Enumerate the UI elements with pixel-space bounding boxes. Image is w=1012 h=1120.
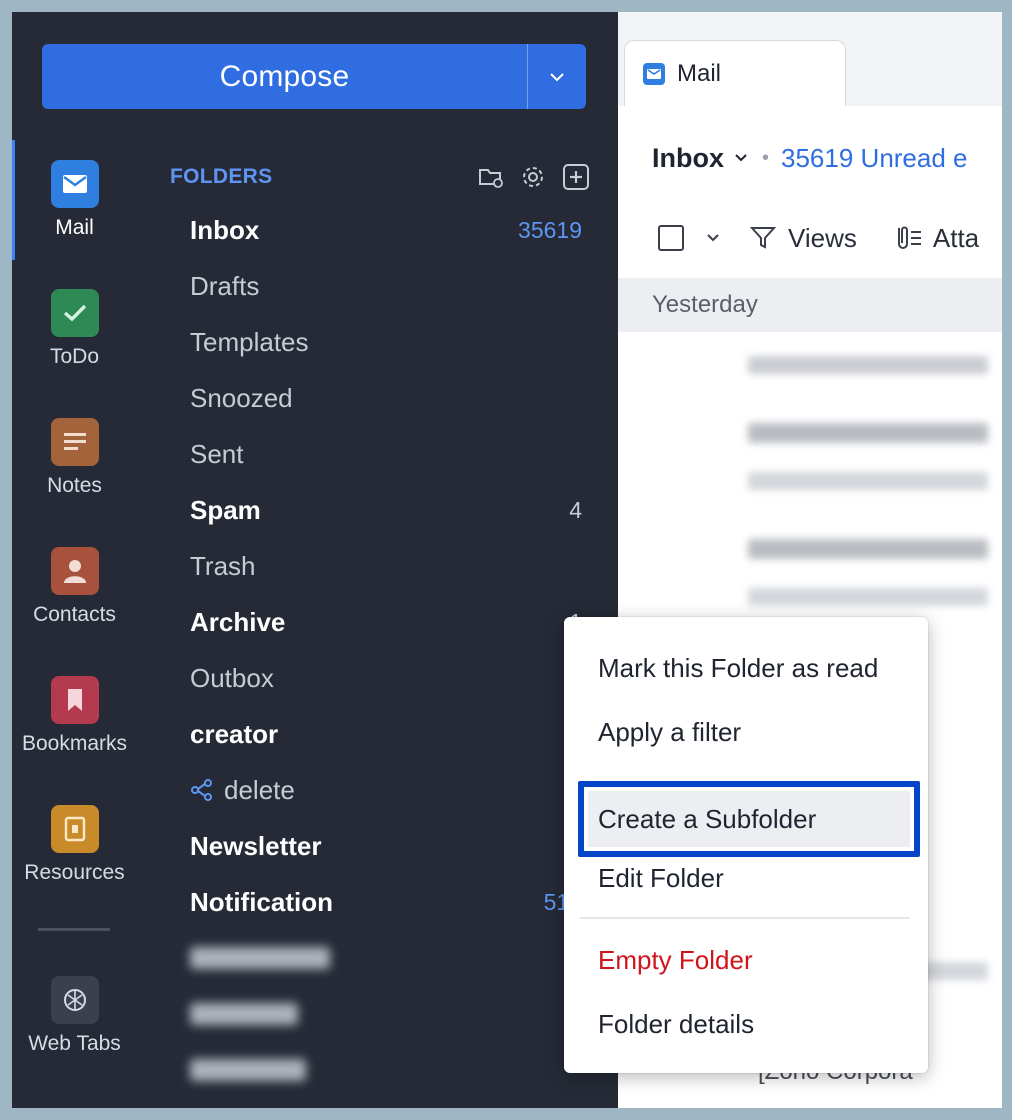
menu-divider: [580, 917, 910, 919]
views-button[interactable]: Views: [788, 223, 857, 254]
mail-icon: [643, 62, 665, 85]
notes-icon: [50, 418, 99, 466]
folder-drafts[interactable]: Drafts: [190, 258, 582, 314]
resources-icon: [50, 805, 99, 853]
menu-item-empty-folder[interactable]: Empty Folder: [598, 936, 753, 984]
select-all-checkbox[interactable]: [658, 225, 684, 251]
menu-item-create-subfolder[interactable]: Create a Subfolder: [598, 795, 816, 843]
menu-item-edit-folder[interactable]: Edit Folder: [598, 854, 724, 902]
folder-count: 4: [569, 496, 582, 523]
add-folder-icon[interactable]: [562, 163, 590, 191]
shared-icon: [191, 779, 212, 801]
folder-obscured[interactable]: [190, 986, 582, 1042]
list-item[interactable]: [618, 452, 1002, 510]
compose-options-button[interactable]: [528, 44, 586, 109]
folder-count: 35619: [518, 216, 582, 243]
folder-newsletter[interactable]: Newsletter 1: [190, 818, 582, 874]
folder-delete[interactable]: delete: [190, 762, 582, 818]
app-mail[interactable]: Mail: [12, 160, 137, 240]
folder-context-menu: Mark this Folder as read Apply a filter …: [564, 617, 928, 1073]
new-folder-icon[interactable]: [478, 166, 504, 188]
folder-outbox[interactable]: Outbox: [190, 650, 582, 706]
list-item[interactable]: [618, 336, 1002, 394]
app-web-tabs[interactable]: Web Tabs: [12, 976, 137, 1056]
folder-trash[interactable]: Trash: [190, 538, 582, 594]
menu-item-mark-read[interactable]: Mark this Folder as read: [598, 644, 878, 692]
folder-creator[interactable]: creator 7: [190, 706, 582, 762]
folder-snoozed[interactable]: Snoozed: [190, 370, 582, 426]
app-notes[interactable]: Notes: [12, 418, 137, 498]
folder-spam[interactable]: Spam 4: [190, 482, 582, 538]
folder-archive[interactable]: Archive 1: [190, 594, 582, 650]
left-panel: Compose Mail ToDo Notes Contacts Bookmar…: [12, 12, 618, 1108]
folders-header: FOLDERS: [170, 160, 590, 194]
list-header: Inbox • 35619 Unread e: [652, 142, 968, 174]
app-todo[interactable]: ToDo: [12, 289, 137, 369]
folder-sent[interactable]: Sent: [190, 426, 582, 482]
app-window: Compose Mail ToDo Notes Contacts Bookmar…: [12, 12, 1002, 1108]
gear-icon[interactable]: [520, 164, 546, 190]
group-header: Yesterday: [618, 278, 1002, 332]
compose-label[interactable]: Compose: [42, 44, 527, 109]
attachments-button[interactable]: Atta: [933, 223, 979, 254]
person-icon: [50, 547, 99, 595]
folder-notification[interactable]: Notification 516: [190, 874, 582, 930]
tab-mail[interactable]: Mail: [624, 40, 846, 106]
attachment-icon: [897, 226, 921, 249]
list-toolbar: Views Atta: [658, 218, 1002, 258]
unread-count-link[interactable]: 35619 Unread e: [781, 143, 967, 174]
web-tabs-icon: [50, 976, 99, 1024]
app-resources[interactable]: Resources: [12, 805, 137, 885]
chevron-down-icon[interactable]: [706, 233, 720, 243]
app-contacts[interactable]: Contacts: [12, 547, 137, 627]
bookmark-icon: [50, 676, 99, 724]
menu-item-apply-filter[interactable]: Apply a filter: [598, 708, 741, 756]
chevron-down-icon: [550, 72, 564, 81]
chevron-down-icon[interactable]: [734, 153, 748, 163]
compose-button[interactable]: Compose: [42, 44, 586, 109]
current-folder-title[interactable]: Inbox: [652, 143, 724, 174]
mail-icon: [50, 160, 99, 208]
menu-item-folder-details[interactable]: Folder details: [598, 1000, 754, 1048]
folder-obscured[interactable]: [190, 930, 582, 986]
folder-inbox[interactable]: Inbox 35619: [190, 202, 582, 258]
app-bookmarks[interactable]: Bookmarks: [12, 676, 137, 756]
filter-icon: [750, 227, 776, 249]
check-icon: [50, 289, 99, 337]
tab-bar: Mail: [618, 12, 1002, 106]
rail-divider: [38, 928, 110, 931]
folder-obscured[interactable]: [190, 1042, 582, 1098]
folders-title: FOLDERS: [170, 165, 273, 188]
folder-templates[interactable]: Templates: [190, 314, 582, 370]
